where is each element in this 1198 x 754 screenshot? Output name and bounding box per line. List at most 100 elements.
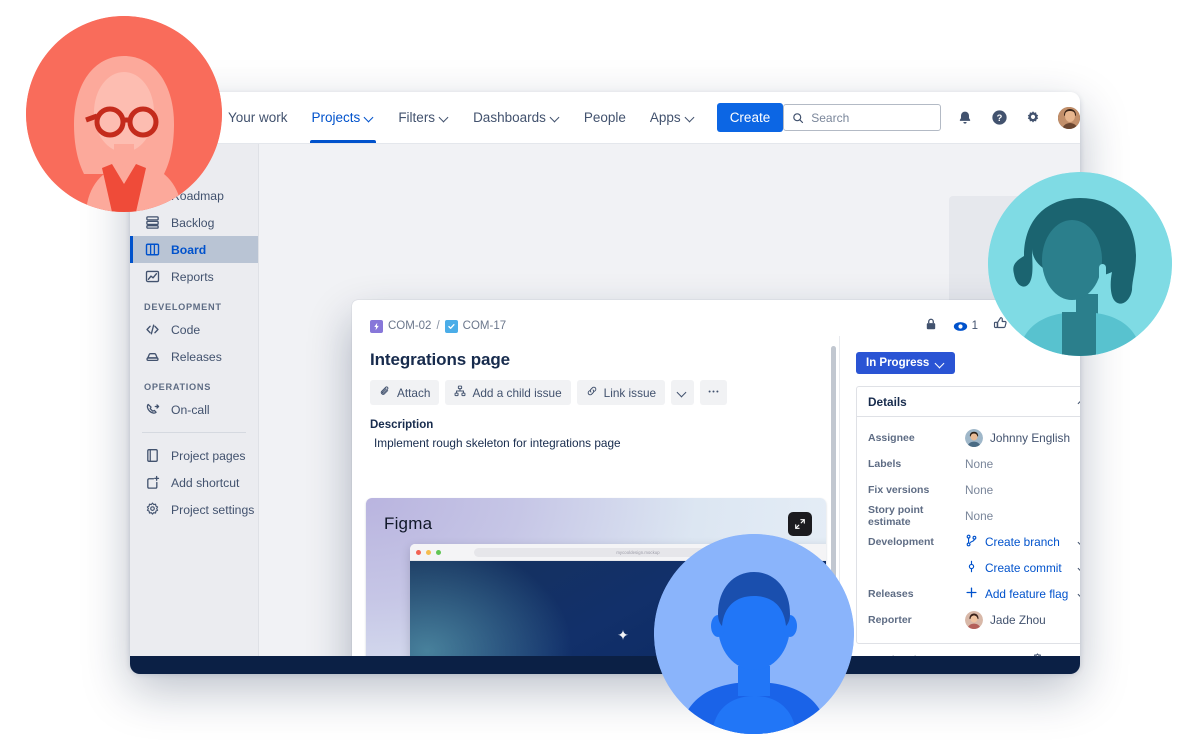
sidebar-item-reports[interactable]: Reports bbox=[130, 263, 258, 290]
detail-key: Assignee bbox=[868, 432, 915, 444]
details-panel-header[interactable]: Details bbox=[857, 387, 1080, 417]
sidebar-label: Reports bbox=[171, 269, 214, 284]
detail-row-assignee: Assignee Johnny English bbox=[868, 425, 1080, 451]
create-branch-link[interactable]: Create branch bbox=[985, 535, 1060, 549]
avatar bbox=[965, 611, 983, 629]
sidebar-label: On-call bbox=[171, 402, 210, 417]
settings-gear-icon[interactable] bbox=[1023, 108, 1043, 128]
search-input[interactable]: Search bbox=[783, 104, 942, 131]
detail-key: Story point estimate bbox=[868, 504, 924, 528]
sidebar-item-board[interactable]: Board bbox=[130, 236, 258, 264]
detail-value[interactable]: Jade Zhou bbox=[965, 611, 1080, 629]
breadcrumb-separator: / bbox=[436, 320, 440, 332]
traffic-light-yellow-icon bbox=[426, 549, 431, 555]
nav-item-filters[interactable]: Filters bbox=[386, 92, 461, 143]
chevron-down-icon[interactable] bbox=[1079, 537, 1080, 546]
sidebar-item-releases[interactable]: Releases bbox=[130, 343, 258, 370]
commit-icon bbox=[965, 560, 978, 576]
detail-value[interactable]: None bbox=[965, 509, 1080, 523]
detail-row-development: Development Create branch bbox=[868, 529, 1080, 555]
nav-item-people[interactable]: People bbox=[572, 92, 638, 143]
add-child-issue-button[interactable]: Add a child issue bbox=[445, 380, 571, 405]
modal-header: COM-02 / COM-17 1 bbox=[352, 300, 1080, 336]
nav-item-apps[interactable]: Apps bbox=[638, 92, 707, 143]
nav-label: Projects bbox=[311, 110, 361, 125]
detail-value[interactable]: Add feature flag bbox=[965, 586, 1080, 602]
add-child-issue-label: Add a child issue bbox=[472, 385, 562, 400]
decorative-avatar-blue bbox=[654, 534, 854, 734]
detail-row-development-commit: Create commit bbox=[868, 555, 1080, 581]
more-actions-caret-button[interactable] bbox=[671, 380, 695, 405]
svg-text:?: ? bbox=[996, 113, 1002, 123]
nav-label: Apps bbox=[649, 110, 681, 125]
sidebar-label: Project settings bbox=[171, 502, 255, 517]
sidebar-label: Add shortcut bbox=[171, 475, 240, 490]
sidebar-item-backlog[interactable]: Backlog bbox=[130, 209, 258, 236]
detail-row-releases: Releases Add feature flag bbox=[868, 581, 1080, 607]
nav-item-your-work[interactable]: Your work bbox=[216, 92, 300, 143]
figma-brand-label: Figma bbox=[384, 514, 433, 533]
notification-bell-icon[interactable] bbox=[955, 108, 975, 128]
create-button[interactable]: Create bbox=[716, 102, 784, 133]
detail-value[interactable]: Create branch bbox=[965, 534, 1080, 550]
detail-value[interactable]: Create commit bbox=[965, 560, 1080, 576]
create-commit-link[interactable]: Create commit bbox=[985, 561, 1062, 575]
breadcrumb-epic-link[interactable]: COM-02 bbox=[388, 320, 431, 332]
sidebar-item-project-settings[interactable]: Project settings bbox=[130, 496, 258, 523]
sidebar-label: Code bbox=[171, 322, 201, 337]
detail-value[interactable]: None bbox=[965, 457, 1080, 471]
detail-value[interactable]: Johnny English bbox=[965, 429, 1080, 447]
detail-key: Fix versions bbox=[868, 484, 930, 496]
more-actions-button[interactable] bbox=[700, 380, 728, 405]
details-rows: Assignee Johnny English Labels None Fix … bbox=[857, 417, 1080, 643]
sidebar-item-project-pages[interactable]: Project pages bbox=[130, 442, 258, 469]
sparkle-icon: ✦ bbox=[617, 626, 629, 643]
sidebar-item-add-shortcut[interactable]: Add shortcut bbox=[130, 469, 258, 496]
sidebar-item-oncall[interactable]: On-call bbox=[130, 396, 258, 423]
sidebar-label: Releases bbox=[171, 349, 222, 364]
attach-paperclip-icon bbox=[379, 385, 391, 400]
breadcrumb-issue-link[interactable]: COM-17 bbox=[463, 320, 506, 332]
chevron-down-icon[interactable] bbox=[1079, 589, 1080, 598]
screenshot-root: Your work Projects Filters Dashboards Pe… bbox=[0, 0, 1198, 754]
oncall-icon bbox=[144, 402, 160, 418]
releases-icon bbox=[144, 349, 160, 365]
backlog-icon bbox=[144, 215, 160, 231]
attach-label: Attach bbox=[397, 385, 431, 400]
detail-value[interactable]: None bbox=[965, 483, 1080, 497]
link-issue-label: Link issue bbox=[603, 385, 657, 400]
nav-item-projects[interactable]: Projects bbox=[300, 92, 387, 143]
more-options-icon bbox=[707, 385, 720, 401]
assignee-name: Johnny English bbox=[990, 431, 1071, 445]
detail-key: Development bbox=[868, 536, 934, 548]
code-icon bbox=[144, 322, 160, 338]
traffic-light-green-icon bbox=[436, 549, 441, 555]
sidebar-item-code[interactable]: Code bbox=[130, 316, 258, 343]
watch-eye-icon[interactable]: 1 bbox=[953, 319, 978, 334]
link-chain-icon bbox=[586, 385, 598, 400]
board-breadcrumb bbox=[259, 144, 1080, 158]
chevron-down-icon bbox=[551, 112, 560, 121]
task-icon bbox=[444, 319, 458, 333]
plus-icon bbox=[965, 586, 978, 602]
link-issue-button[interactable]: Link issue bbox=[576, 380, 666, 405]
epic-icon bbox=[370, 319, 383, 333]
add-feature-flag-link[interactable]: Add feature flag bbox=[985, 587, 1068, 601]
lock-icon[interactable] bbox=[924, 317, 938, 336]
fullscreen-expand-icon[interactable] bbox=[788, 512, 812, 536]
nav-label: Your work bbox=[228, 110, 288, 125]
branch-icon bbox=[965, 534, 978, 550]
attach-button[interactable]: Attach bbox=[370, 380, 440, 405]
profile-avatar[interactable] bbox=[1057, 105, 1080, 130]
detail-key: Releases bbox=[868, 588, 914, 600]
status-badge[interactable]: In Progress bbox=[856, 352, 956, 374]
chevron-down-icon[interactable] bbox=[1079, 563, 1080, 572]
help-icon[interactable]: ? bbox=[989, 108, 1009, 128]
avatar bbox=[965, 429, 983, 447]
top-navigation-bar: Your work Projects Filters Dashboards Pe… bbox=[130, 92, 1080, 144]
nav-item-dashboards[interactable]: Dashboards bbox=[461, 92, 572, 143]
board-background: COM... Project Roadmap Backlog bbox=[130, 144, 1080, 672]
chevron-up-icon[interactable] bbox=[1079, 397, 1080, 406]
add-shortcut-icon bbox=[144, 475, 160, 491]
nav-label: Filters bbox=[398, 110, 436, 125]
